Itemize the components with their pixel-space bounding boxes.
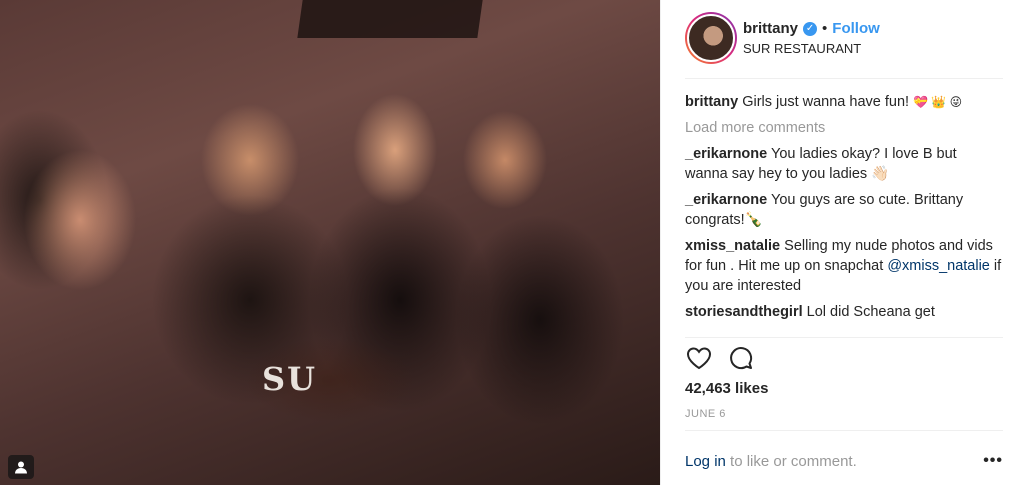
divider [685,430,1003,431]
comment-icon[interactable] [727,344,755,372]
comment-text: Lol did Scheana get [806,304,935,320]
comment-author[interactable]: storiesandthegirl [685,304,803,320]
verified-icon: ✓ [803,21,818,36]
separator-dot: • [822,20,828,37]
comment-author[interactable]: xmiss_natalie [685,238,780,254]
login-prompt: Log in to like or comment. ••• [685,452,1003,470]
caption-emojis: 💝 👑 😜 [913,95,963,109]
post-date: JUNE 6 [685,408,726,420]
comment-text: Girls just wanna have fun! [742,94,910,110]
post-photo[interactable]: SU [0,0,660,485]
caption: brittany Girls just wanna have fun! 💝 👑 … [685,92,1003,112]
load-more-comments-button[interactable]: Load more comments [685,118,1003,138]
follow-button[interactable]: Follow [832,20,880,37]
avatar[interactable] [685,12,737,64]
mention-link[interactable]: @xmiss_natalie [887,258,990,274]
likes-count[interactable]: 42,463 likes [685,380,768,397]
user-tag-icon[interactable] [8,455,34,479]
heart-icon[interactable] [685,344,713,372]
divider [685,78,1003,79]
comment-author[interactable]: _erikarnone [685,192,767,208]
post-side-panel: brittany ✓ • Follow SUR RESTAURANT britt… [660,0,1024,485]
location-link[interactable]: SUR RESTAURANT [743,41,861,56]
username-row: brittany ✓ • Follow [743,20,880,37]
login-suffix: to like or comment. [730,452,857,470]
username-link[interactable]: brittany [743,20,798,37]
more-options-icon[interactable]: ••• [983,452,1003,470]
divider [685,337,1003,338]
login-link[interactable]: Log in [685,453,726,470]
comment-author[interactable]: brittany [685,94,738,110]
action-bar [685,344,755,372]
list-item: _erikarnone You guys are so cute. Britta… [685,190,1003,230]
photo-background-sign [297,0,483,38]
list-item: storiesandthegirl Lol did Scheana get [685,302,1003,322]
shirt-logo: SU [262,360,318,398]
list-item: _erikarnone You ladies okay? I love B bu… [685,144,1003,184]
comments-list: brittany Girls just wanna have fun! 💝 👑 … [685,92,1003,328]
comment-author[interactable]: _erikarnone [685,146,767,162]
list-item: xmiss_natalie Selling my nude photos and… [685,236,1003,296]
post-header: brittany ✓ • Follow SUR RESTAURANT [685,12,1003,68]
